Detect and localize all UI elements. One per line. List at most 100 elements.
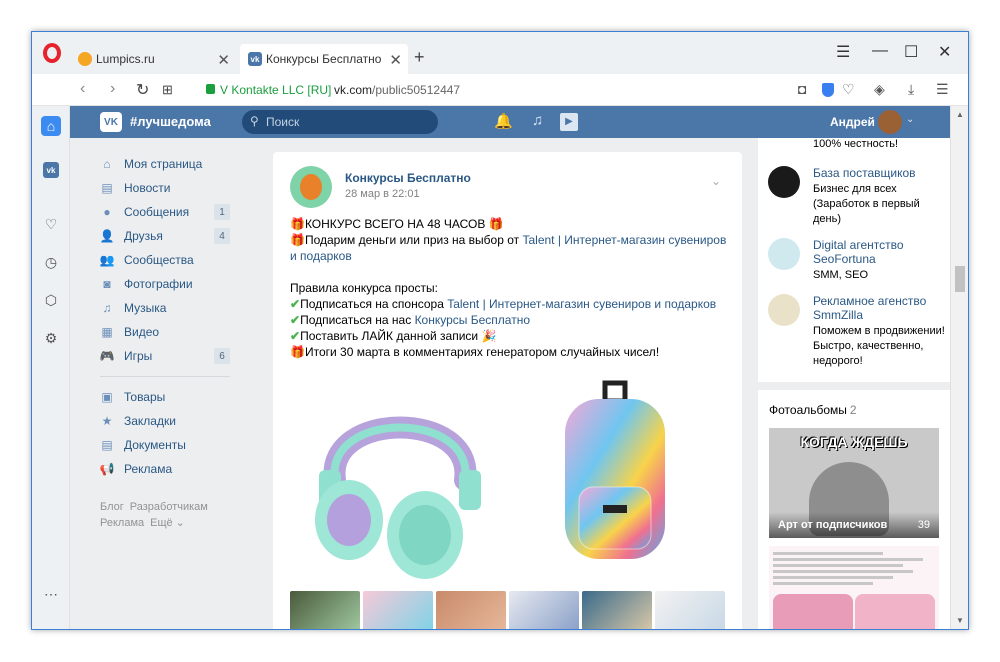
tab-lumpics[interactable]: Lumpics.ru ✕	[70, 44, 236, 74]
community-name[interactable]: Рекламное агенство SmmZilla	[813, 294, 948, 322]
music-note-icon[interactable]: ♫	[532, 112, 543, 129]
post-date[interactable]: 28 мар в 22:01	[345, 188, 420, 200]
community-avatar[interactable]	[768, 238, 800, 270]
close-tab-icon[interactable]: ✕	[389, 51, 402, 69]
vk-logo-icon[interactable]: VK	[100, 112, 122, 132]
footer-link-developers[interactable]: Разработчикам	[130, 501, 208, 513]
home-icon: ⌂	[103, 157, 111, 171]
menu-item-friends[interactable]: 👤 Друзья 4	[100, 224, 230, 248]
minimize-icon[interactable]: —	[872, 42, 888, 60]
extensions-cube-icon[interactable]: ⬡	[41, 290, 61, 310]
counter-badge: 6	[214, 348, 230, 364]
footer-link-more[interactable]: Ещё ⌄	[150, 517, 185, 529]
menu-item-news[interactable]: ▤ Новости	[100, 176, 230, 200]
menu-item-label: Видео	[124, 325, 160, 339]
community-item[interactable]: База поставщиков Бизнес для всех (Зарабо…	[768, 166, 948, 232]
scroll-thumb[interactable]	[955, 266, 965, 292]
post-photo-thumbnails	[290, 591, 730, 629]
user-name[interactable]: Андрей	[830, 115, 875, 129]
lock-icon[interactable]	[206, 84, 215, 94]
community-item[interactable]: Digital агентство SeoFortuna SMM, SEO	[768, 238, 948, 288]
photo-thumbnail[interactable]	[655, 591, 725, 629]
rules-title: Правила конкурса просты:	[290, 281, 438, 295]
photo-thumbnail[interactable]	[436, 591, 506, 629]
menu-item-ads[interactable]: 📢 Реклама	[100, 457, 230, 481]
vk-messenger-icon[interactable]: vk	[43, 162, 59, 178]
heart-icon[interactable]: ♡	[842, 81, 855, 98]
menu-item-documents[interactable]: ▤ Документы	[100, 433, 230, 457]
community-item[interactable]: Рекламное агенство SmmZilla Поможем в пр…	[768, 294, 948, 367]
menu-item-my-page[interactable]: ⌂ Моя страница	[100, 152, 230, 176]
menu-item-communities[interactable]: 👥 Сообщества	[100, 248, 230, 272]
album-cover[interactable]: КОГДА ЖДЕШЬ Арт от подписчиков 39	[769, 428, 939, 538]
menu-item-label: Сообщества	[124, 253, 194, 267]
notifications-bell-icon[interactable]: 🔔	[494, 112, 513, 130]
backpack-image[interactable]	[545, 377, 685, 567]
checkmark-icon: ✔	[290, 297, 301, 311]
footer-links: Блог Разработчикам Реклама Ещё ⌄	[100, 499, 230, 531]
new-tab-button[interactable]: +	[414, 47, 425, 68]
community-link[interactable]: Конкурсы Бесплатно	[415, 313, 530, 327]
albums-title[interactable]: Фотоальбомы 2	[769, 403, 857, 417]
community-avatar[interactable]	[768, 294, 800, 326]
community-name[interactable]: Digital агентство SeoFortuna	[813, 238, 948, 266]
rule-text: Итоги 30 марта в комментариях генераторо…	[304, 345, 660, 359]
post-menu-chevron-icon[interactable]: ⌄	[711, 174, 721, 188]
camera-icon[interactable]: ◘	[798, 81, 806, 97]
speed-dial-icon[interactable]: ⊞	[162, 82, 173, 98]
shield-icon[interactable]	[822, 83, 834, 97]
settings-gear-icon[interactable]: ⚙	[41, 328, 61, 348]
communities-icon: 👥	[99, 253, 115, 267]
footer-link-blog[interactable]: Блог	[100, 501, 124, 513]
photo-thumbnail[interactable]	[582, 591, 652, 629]
headphones-image[interactable]	[305, 370, 495, 588]
photo-thumbnail[interactable]	[290, 591, 360, 629]
back-icon[interactable]: ‹	[80, 80, 85, 98]
tab-menu-icon[interactable]: ☰	[836, 42, 850, 62]
footer-link-ads[interactable]: Реклама	[100, 517, 144, 529]
easy-setup-icon[interactable]: ☰	[936, 81, 949, 98]
history-icon[interactable]: ◷	[41, 252, 61, 272]
menu-item-messages[interactable]: ● Сообщения 1	[100, 200, 230, 224]
vk-header-title[interactable]: #лучшедома	[130, 114, 211, 129]
close-tab-icon[interactable]: ✕	[217, 51, 230, 69]
tab-title: Конкурсы Бесплатно	[266, 52, 382, 66]
chevron-down-icon[interactable]: ⌄	[906, 114, 914, 125]
sponsor-link[interactable]: Talent | Интернет-магазин сувениров и по…	[447, 297, 716, 311]
album-cover[interactable]	[769, 546, 939, 629]
page-scrollbar[interactable]: ▲ ▼	[950, 106, 968, 629]
menu-item-photos[interactable]: ◙ Фотографии	[100, 272, 230, 296]
search-input[interactable]: ⚲ Поиск	[242, 110, 438, 134]
download-icon[interactable]: ⤓	[908, 81, 914, 98]
play-icon[interactable]: ▶	[560, 113, 578, 131]
search-placeholder: Поиск	[266, 115, 300, 129]
more-icon[interactable]: ⋯	[41, 584, 61, 604]
post-author[interactable]: Конкурсы Бесплатно	[345, 171, 471, 185]
community-avatar[interactable]	[768, 166, 800, 198]
forward-icon[interactable]: ›	[110, 80, 115, 98]
menu-item-goods[interactable]: ▣ Товары	[100, 385, 230, 409]
scroll-up-icon[interactable]: ▲	[956, 110, 964, 119]
maximize-icon[interactable]: ☐	[904, 42, 918, 62]
menu-item-bookmarks[interactable]: ★ Закладки	[100, 409, 230, 433]
community-avatar[interactable]	[290, 166, 332, 208]
community-desc: SMM, SEO	[813, 269, 869, 281]
menu-item-video[interactable]: ▦ Видео	[100, 320, 230, 344]
post-line: КОНКУРС ВСЕГО НА 48 ЧАСОВ	[304, 217, 486, 231]
opera-logo-icon[interactable]	[43, 43, 61, 63]
community-name[interactable]: База поставщиков	[813, 166, 948, 180]
url-field[interactable]: vk.com/public50512447	[334, 83, 460, 97]
photo-thumbnail[interactable]	[363, 591, 433, 629]
avatar[interactable]	[878, 110, 902, 134]
menu-item-games[interactable]: 🎮 Игры 6	[100, 344, 230, 368]
tab-vk-contests[interactable]: vk Конкурсы Бесплатно ✕	[240, 44, 408, 74]
menu-item-music[interactable]: ♫ Музыка	[100, 296, 230, 320]
extension-icon[interactable]: ◈	[874, 81, 885, 98]
heart-icon[interactable]: ♡	[41, 214, 61, 234]
close-window-icon[interactable]: ✕	[938, 42, 951, 62]
reload-icon[interactable]: ↻	[136, 80, 149, 100]
home-icon[interactable]: ⌂	[41, 116, 61, 136]
site-identity[interactable]: V Kontakte LLC [RU]	[220, 83, 331, 97]
scroll-down-icon[interactable]: ▼	[956, 616, 964, 625]
photo-thumbnail[interactable]	[509, 591, 579, 629]
